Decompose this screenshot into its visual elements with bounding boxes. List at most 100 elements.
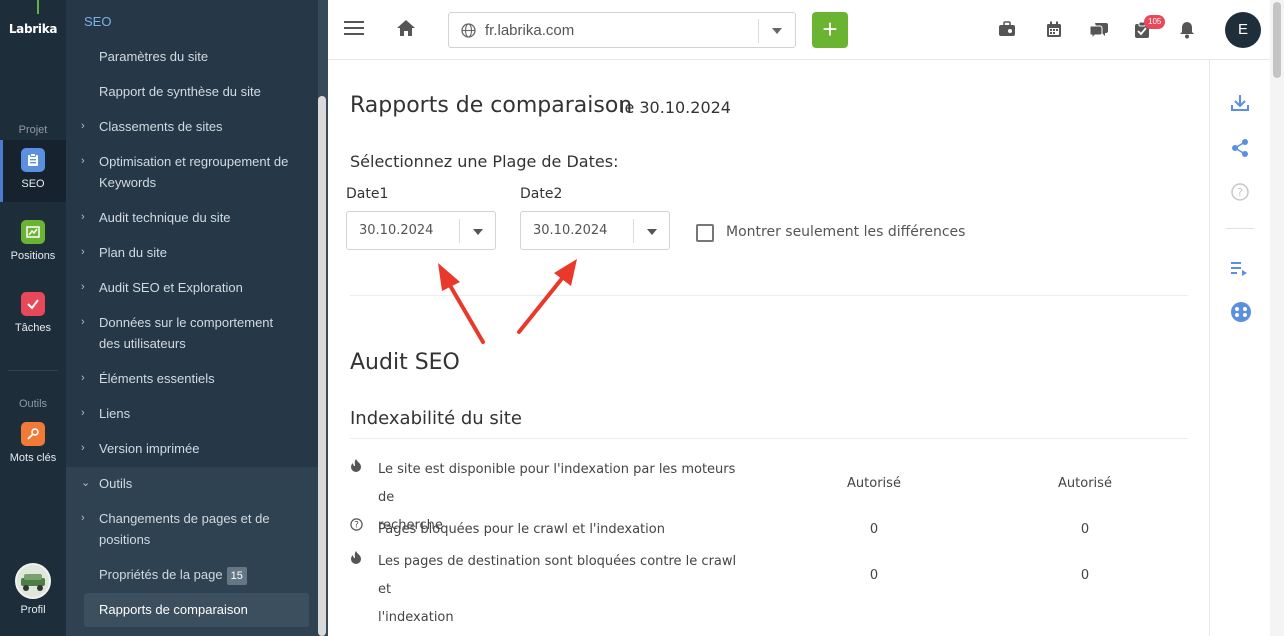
sidebar-item-label: Données sur le comportement [99,315,274,330]
sidebar-item-label: Audit SEO et Exploration [99,280,243,295]
bell-icon[interactable] [1179,21,1195,44]
rail-group-outils: Outils [18,398,48,410]
date2-value: 30.10.2024 [533,223,608,238]
chevron-down-icon[interactable] [772,28,782,34]
sidebar-item-outils[interactable]: ⌄ Outils [66,473,318,494]
sidebar-item-label-line2: Keywords [99,175,157,190]
divider [633,219,634,243]
rail-item-label: Mots clés [9,452,57,464]
tasks-count-badge: 105 [1144,15,1166,29]
sidebar-item-audit-technique[interactable]: › Audit technique du site [66,207,318,228]
sidebar-item-label: Changements de pages et de [99,511,270,526]
sidebar-heading[interactable]: SEO [84,14,111,29]
logo-accent [37,0,39,14]
chevron-right-icon: › [81,281,85,293]
row-value-date2: 0 [1080,522,1090,537]
sidebar-item-rapports-comparaison[interactable]: Rapports de comparaison [84,593,309,627]
profile-avatar[interactable] [15,563,51,599]
rail-item-mots-cles[interactable]: Mots clés [0,414,66,476]
share-icon[interactable] [1230,138,1250,163]
svg-text:?: ? [1237,186,1243,199]
rail-item-label: SEO [21,178,45,190]
toolbar-divider [1226,228,1254,229]
sidebar-item-liens[interactable]: › Liens [66,403,318,424]
sidebar-item-label: Optimisation et regroupement de [99,154,289,169]
chevron-right-icon: › [81,407,85,419]
divider [459,219,460,243]
sidebar-item-label: Outils [99,476,133,491]
sidebar-item-elements[interactable]: › Éléments essentiels [66,368,318,389]
sidebar-item-optimisation[interactable]: › Optimisation et regroupement de Keywords [66,151,318,193]
row-value-date2: 0 [1080,568,1090,583]
menu-icon[interactable] [344,20,364,41]
scroll-thumb[interactable] [1273,2,1281,78]
home-icon[interactable] [396,19,416,42]
help-icon[interactable]: ? [1230,182,1250,207]
add-project-button[interactable]: + [812,12,848,48]
sidebar-item-label: Version imprimée [99,441,200,456]
sidebar-item-comportement[interactable]: › Données sur le comportement des utilisat… [66,312,318,354]
subsection-title: Indexabilité du site [350,408,522,429]
sidebar-item-rapport-synthese[interactable]: Rapport de synthèse du site [66,81,318,102]
date-range-title: Sélectionnez une Plage de Dates: [350,152,619,171]
clipboard-icon [21,148,45,172]
rail-item-seo[interactable]: SEO [0,140,66,202]
only-differences-checkbox[interactable] [696,224,714,242]
chevron-right-icon: › [81,316,85,328]
chat-icon[interactable] [1089,21,1109,43]
sidebar-item-label: Paramètres du site [99,49,209,64]
date2-label: Date2 [520,186,563,202]
chevron-right-icon: › [81,246,85,258]
date1-label: Date1 [346,186,389,202]
sidebar-item-audit-seo[interactable]: › Audit SEO et Exploration [66,277,318,298]
page-scrollbar[interactable] [1270,0,1284,636]
rail-item-label: Tâches [14,322,52,334]
sidebar-item-label: Plan du site [99,245,167,260]
rail-item-positions[interactable]: Positions [0,212,66,274]
chevron-down-icon: ⌄ [81,477,91,489]
sidebar-item-version-imprimee[interactable]: › Version imprimée [66,438,318,459]
sidebar-item-label: Classements de sites [99,119,223,134]
sidebar-item-plan-site[interactable]: › Plan du site [66,242,318,263]
fire-icon [350,550,362,568]
sidebar-item-label-line2: positions [99,532,151,547]
check-icon [21,292,45,316]
top-bar: fr.labrika.com + 105 E [328,0,1270,60]
date2-select[interactable]: 30.10.2024 [520,211,670,250]
profile-label[interactable]: Profil [0,604,66,616]
right-toolbar: ? [1209,60,1270,636]
row-label: Pages bloquées pour le crawl et l'indexa… [378,522,665,537]
site-selector[interactable]: fr.labrika.com [448,12,796,48]
only-differences-label[interactable]: Montrer seulement les différences [726,224,965,240]
sidebar-item-parametres[interactable]: Paramètres du site [66,46,318,67]
sidebar-scrollbar[interactable] [318,96,326,636]
divider [350,438,1188,439]
chevron-right-icon: › [81,372,85,384]
rail-item-taches[interactable]: Tâches [0,284,66,346]
sidebar-item-label-line2: des utilisateurs [99,336,186,351]
main-content: Rapports de comparaison le 30.10.2024 Sé… [328,60,1209,636]
sidebar-item-label: Liens [99,406,131,421]
palette-icon[interactable] [1230,301,1252,328]
chevron-right-icon: › [81,155,85,167]
download-icon[interactable] [1230,94,1250,117]
sidebar-item-label: Éléments essentiels [99,371,215,386]
date1-value: 30.10.2024 [359,223,434,238]
sidebar-item-classements[interactable]: › Classements de sites [66,116,318,137]
row-value-date1: 0 [869,568,879,583]
app-rail: Labrika Projet SEO Positions Tâches Outi… [0,0,66,636]
sidebar-item-changements[interactable]: › Changements de pages et de positions [66,508,318,550]
row-label-line1: Le site est disponible pour l'indexation… [378,462,736,505]
briefcase-icon[interactable] [998,21,1016,42]
app-logo[interactable]: Labrika [0,22,66,36]
chevron-down-icon[interactable] [647,229,657,235]
divider [758,19,759,43]
row-label-line2: l'indexation [378,610,454,625]
calendar-icon[interactable] [1046,21,1062,43]
sidebar-item-proprietes[interactable]: Propriétés de la page 15 [66,564,318,585]
date1-select[interactable]: 30.10.2024 [346,211,496,250]
list-icon[interactable] [1230,260,1248,281]
chevron-down-icon[interactable] [473,229,483,235]
row-label: Les pages de destination sont bloquées c… [378,548,748,632]
user-avatar[interactable]: E [1225,12,1261,48]
